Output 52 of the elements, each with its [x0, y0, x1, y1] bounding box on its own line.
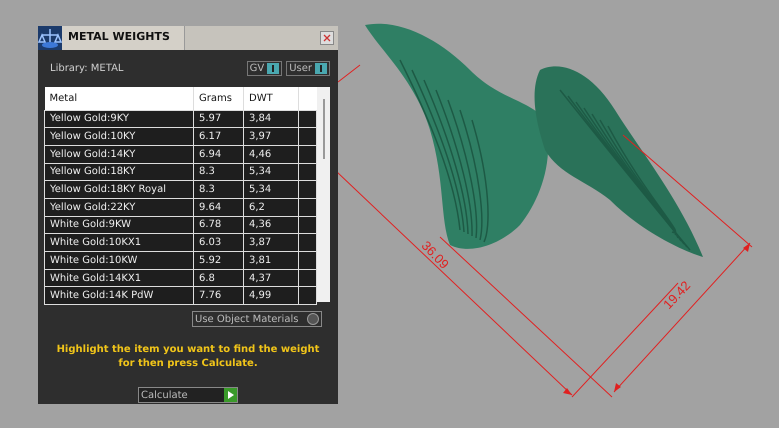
table-cell: 6.78 [194, 216, 244, 234]
table-cell: 5.92 [194, 252, 244, 270]
table-cell: 4,99 [244, 286, 299, 305]
switch-knob[interactable] [315, 63, 327, 74]
close-button[interactable] [320, 31, 334, 45]
table-cell: White Gold:9KW [44, 216, 194, 234]
table-cell: 8.3 [194, 180, 244, 198]
table-cell: 4,46 [244, 145, 299, 164]
table-cell: Yellow Gold:22KY [44, 198, 194, 216]
table-cell: 6.17 [194, 128, 244, 146]
toggle-switch[interactable]: User [286, 61, 330, 76]
table-cell: 5,34 [244, 180, 299, 198]
table-cell: 3,97 [244, 128, 299, 146]
table-cell: 6.8 [194, 269, 244, 287]
table-cell: Yellow Gold:14KY [44, 145, 194, 164]
table-cell: Yellow Gold:18KY Royal [44, 180, 194, 198]
table-cell: Yellow Gold:18KY [44, 163, 194, 181]
toggle-switch[interactable]: GV [246, 61, 282, 76]
table-cell: Yellow Gold:9KY [44, 110, 194, 128]
column-header[interactable]: Grams [194, 87, 244, 110]
scrollbar[interactable] [317, 87, 330, 302]
library-label: Library: METAL [50, 62, 124, 76]
table-cell: 5.97 [194, 110, 244, 128]
radio-button[interactable] [307, 313, 319, 326]
switch-knob[interactable] [267, 63, 280, 74]
play-icon [224, 388, 237, 402]
table-cell: White Gold:14KX1 [44, 269, 194, 287]
column-header[interactable]: DWT [244, 87, 299, 110]
table-cell: 6.94 [194, 145, 244, 164]
table-cell: White Gold:10KX1 [44, 234, 194, 252]
scale-icon [38, 26, 62, 50]
scrollbar-thumb[interactable] [322, 99, 324, 159]
close-icon [321, 32, 333, 44]
table-cell: 7.76 [194, 286, 244, 305]
table-cell: Yellow Gold:10KY [44, 128, 194, 146]
table-cell: 3,87 [244, 234, 299, 252]
table-cell: 6,2 [244, 198, 299, 216]
table-cell: 8.3 [194, 163, 244, 181]
calculate-button[interactable]: Calculate [138, 387, 238, 404]
table-cell: 5,34 [244, 163, 299, 181]
table-cell: 4,37 [244, 269, 299, 287]
table-cell: 6.03 [194, 234, 244, 252]
column-header[interactable]: Metal [44, 87, 194, 110]
hint-text: Highlight the item you want to find the weight for then press Calculate. [56, 343, 320, 372]
window-title: METAL WEIGHTS [62, 26, 184, 50]
use-object-materials-option[interactable]: Use Object Materials [192, 311, 322, 328]
table-cell: 9.64 [194, 198, 244, 216]
table-cell: 3,81 [244, 252, 299, 270]
table-cell: 4,36 [244, 216, 299, 234]
table-cell: 3,84 [244, 110, 299, 128]
table-cell: White Gold:14K PdW [44, 286, 194, 305]
table-cell: White Gold:10KW [44, 252, 194, 270]
